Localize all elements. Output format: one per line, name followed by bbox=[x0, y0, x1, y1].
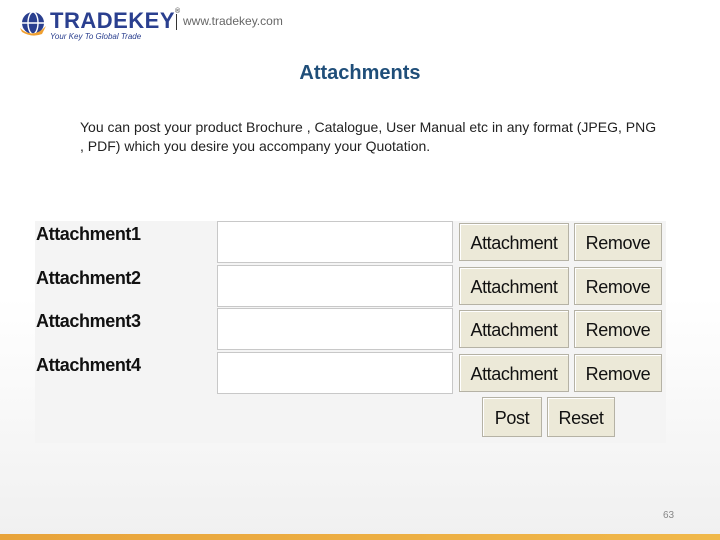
attachment-row-3: Attachment3 Attachment Remove bbox=[35, 308, 666, 351]
attachment-button-4[interactable]: Attachment bbox=[459, 354, 569, 392]
brand-name: TRADEKEY® bbox=[50, 8, 181, 34]
attachment-file-field-4[interactable] bbox=[217, 352, 453, 394]
remove-button-3[interactable]: Remove bbox=[574, 310, 662, 348]
remove-button-2[interactable]: Remove bbox=[574, 267, 662, 305]
attachment-file-field-2[interactable] bbox=[217, 265, 453, 307]
attachment-label-2: Attachment2 bbox=[36, 268, 141, 288]
brand-tagline: Your Key To Global Trade bbox=[50, 32, 142, 41]
brand-text: TRADEKEY bbox=[50, 8, 176, 33]
attachment-row-2: Attachment2 Attachment Remove bbox=[35, 265, 666, 308]
attachment-button-1[interactable]: Attachment bbox=[459, 223, 569, 261]
globe-key-icon bbox=[20, 11, 46, 36]
attachment-button-2[interactable]: Attachment bbox=[459, 267, 569, 305]
tradekey-logo: TRADEKEY® Your Key To Global Trade bbox=[18, 8, 188, 42]
slide-title: Attachments bbox=[299, 62, 421, 84]
reset-button[interactable]: Reset bbox=[547, 397, 615, 437]
header-url: www.tradekey.com bbox=[183, 14, 283, 28]
attachment-row-4: Attachment4 Attachment Remove bbox=[35, 352, 666, 395]
attachments-form: Attachment1 Attachment Remove Attachment… bbox=[35, 221, 666, 443]
attachment-file-field-3[interactable] bbox=[217, 308, 453, 350]
attachment-file-field-1[interactable] bbox=[217, 221, 453, 263]
attachment-label-3: Attachment3 bbox=[36, 311, 141, 331]
page-number: 63 bbox=[663, 510, 675, 521]
attachment-label-1: Attachment1 bbox=[36, 224, 141, 244]
attachment-row-1: Attachment1 Attachment Remove bbox=[35, 221, 666, 264]
remove-button-4[interactable]: Remove bbox=[574, 354, 662, 392]
header-divider bbox=[176, 14, 177, 30]
attachment-label-4: Attachment4 bbox=[36, 355, 141, 375]
footer-accent-bar bbox=[0, 534, 720, 540]
attachment-button-3[interactable]: Attachment bbox=[459, 310, 569, 348]
slide-description: You can post your product Brochure , Cat… bbox=[80, 119, 657, 154]
remove-button-1[interactable]: Remove bbox=[574, 223, 662, 261]
post-button[interactable]: Post bbox=[482, 397, 542, 437]
